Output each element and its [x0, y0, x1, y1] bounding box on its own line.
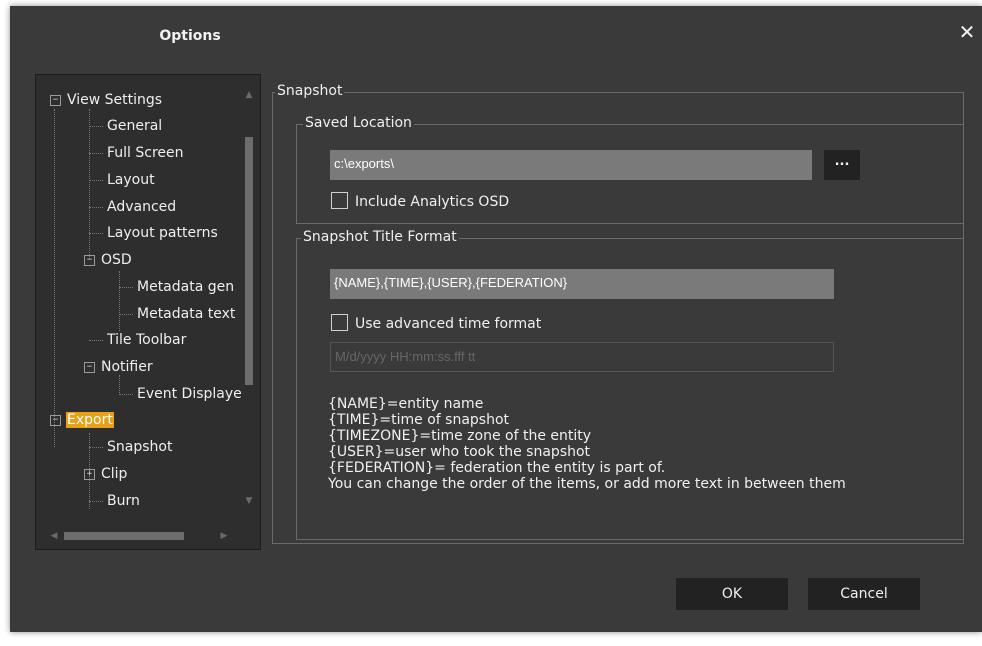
- tree-connector: [54, 109, 55, 447]
- tree-item-label: Full Screen: [107, 145, 184, 161]
- advanced-time-format-checkbox[interactable]: [331, 313, 348, 331]
- tree-item-label: Burn: [107, 493, 140, 509]
- scroll-left-icon[interactable]: ◀: [46, 527, 62, 545]
- tree-item-export[interactable]: − Export: [50, 409, 114, 431]
- tree-item-label: Layout: [107, 172, 155, 188]
- scroll-thumb[interactable]: [64, 532, 184, 540]
- help-line: {FEDERATION}= federation the entity is p…: [328, 460, 666, 476]
- time-format-input[interactable]: M/d/yyyy HH:mm:ss.fff tt: [330, 342, 834, 372]
- tree-item-clip[interactable]: + Clip: [84, 463, 128, 485]
- dialog-title: Options: [159, 28, 221, 44]
- tree-connector: [89, 340, 103, 341]
- tree-item-snapshot[interactable]: Snapshot: [89, 436, 173, 458]
- tree-connector: [119, 394, 133, 395]
- tree-connector: [89, 447, 103, 448]
- scroll-thumb[interactable]: [245, 137, 253, 385]
- tree-item-label: Event Displaye: [137, 386, 242, 402]
- tree-item-view-settings[interactable]: − View Settings: [50, 89, 163, 111]
- tree-item-burn[interactable]: Burn: [89, 490, 141, 512]
- scroll-right-icon[interactable]: ▶: [216, 527, 232, 545]
- collapse-icon[interactable]: −: [84, 362, 95, 373]
- tree-item-notifier[interactable]: − Notifier: [84, 356, 154, 378]
- tree-item-layout-patterns[interactable]: Layout patterns: [89, 222, 219, 244]
- tree-connector: [89, 180, 103, 181]
- tree-item-metadata-gen[interactable]: Metadata gen: [119, 276, 235, 298]
- title-bar: Options ✕: [10, 6, 982, 66]
- tree-connector: [89, 207, 103, 208]
- tree-item-label: Metadata text: [137, 306, 236, 322]
- tree-item-label: Export: [66, 412, 114, 428]
- options-dialog: Options ✕ − View Settings General Full S…: [10, 6, 982, 632]
- tree-item-metadata-text[interactable]: Metadata text: [119, 303, 236, 325]
- scroll-up-icon[interactable]: ▲: [240, 87, 258, 103]
- help-line: You can change the order of the items, o…: [328, 476, 846, 492]
- tree-horizontal-scrollbar[interactable]: ◀ ▶: [36, 527, 240, 545]
- scroll-down-icon[interactable]: ▼: [240, 493, 258, 509]
- settings-tree[interactable]: − View Settings General Full Screen Layo…: [35, 74, 261, 550]
- advanced-time-format-label: Use advanced time format: [355, 316, 542, 332]
- collapse-icon[interactable]: −: [84, 255, 95, 266]
- title-format-input[interactable]: {NAME},{TIME},{USER},{FEDERATION}: [330, 269, 834, 299]
- expand-icon[interactable]: +: [84, 469, 95, 480]
- tree-item-label: Metadata gen: [137, 279, 235, 295]
- tree-item-label: OSD: [101, 252, 132, 268]
- tree-connector: [119, 287, 133, 288]
- tree-item-full-screen[interactable]: Full Screen: [89, 142, 185, 164]
- include-analytics-osd-checkbox[interactable]: [331, 191, 348, 209]
- snapshot-legend: Snapshot: [275, 83, 345, 99]
- tree-item-label: Advanced: [107, 199, 177, 215]
- help-line: {NAME}=entity name: [328, 396, 484, 412]
- tree-item-osd[interactable]: − OSD: [84, 249, 133, 271]
- help-line: {USER}=user who took the snapshot: [328, 444, 591, 460]
- ok-button[interactable]: OK: [676, 578, 788, 610]
- help-line: {TIME}=time of snapshot: [328, 412, 510, 428]
- tree-item-general[interactable]: General: [89, 115, 163, 137]
- tree-item-label: General: [107, 118, 163, 134]
- tree-item-label: Layout patterns: [107, 225, 218, 241]
- title-format-help: {NAME}=entity name {TIME}=time of snapsh…: [328, 396, 846, 492]
- tree-item-event-displayer[interactable]: Event Displaye: [119, 383, 243, 405]
- help-line: {TIMEZONE}=time zone of the entity: [328, 428, 592, 444]
- tree-item-layout[interactable]: Layout: [89, 169, 156, 191]
- tree-item-advanced[interactable]: Advanced: [89, 196, 177, 218]
- tree-item-tile-toolbar[interactable]: Tile Toolbar: [89, 329, 187, 351]
- collapse-icon[interactable]: −: [50, 95, 61, 106]
- saved-location-input[interactable]: c:\exports\: [330, 150, 812, 180]
- tree-item-label: View Settings: [67, 92, 163, 108]
- cancel-button[interactable]: Cancel: [808, 578, 920, 610]
- tree-item-label: Notifier: [101, 359, 153, 375]
- title-format-legend: Snapshot Title Format: [301, 229, 459, 245]
- browse-button[interactable]: ...: [824, 150, 860, 180]
- tree-connector: [89, 233, 103, 234]
- collapse-icon[interactable]: −: [50, 415, 61, 426]
- tree-connector: [89, 501, 103, 502]
- include-analytics-osd-label: Include Analytics OSD: [355, 194, 510, 210]
- include-analytics-osd-option[interactable]: Include Analytics OSD: [331, 191, 510, 212]
- advanced-time-format-option[interactable]: Use advanced time format: [331, 313, 542, 334]
- tree-vertical-scrollbar[interactable]: ▲ ▼: [240, 75, 258, 525]
- tree-connector: [119, 314, 133, 315]
- tree-item-label: Tile Toolbar: [107, 332, 187, 348]
- saved-location-legend: Saved Location: [303, 115, 414, 131]
- tree-connector: [89, 126, 103, 127]
- close-icon[interactable]: ✕: [956, 20, 978, 44]
- tree-item-label: Clip: [101, 466, 128, 482]
- tree-item-label: Snapshot: [107, 439, 173, 455]
- tree-connector: [89, 153, 103, 154]
